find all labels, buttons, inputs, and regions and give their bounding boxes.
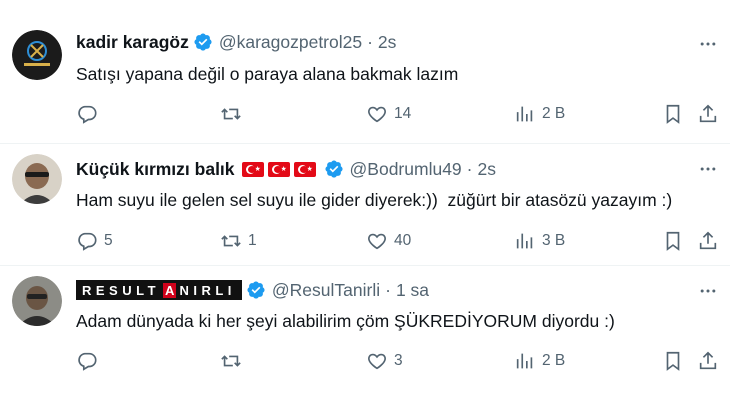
like-count: 3	[394, 352, 403, 369]
bookmark-icon	[666, 351, 680, 371]
tweet-header: RESULT A NIRLI @ResulTanirli · 1 sa	[76, 278, 429, 302]
tweet-text: Adam dünyada ki her şeyi alabilirim çöm …	[76, 311, 615, 331]
separator: ·	[385, 279, 391, 300]
turkish-flag-icon: ★	[241, 161, 264, 177]
verified-badge-icon[interactable]	[324, 159, 344, 179]
separator: ·	[466, 158, 473, 179]
reply-icon	[78, 105, 97, 124]
reply-count: 5	[104, 232, 113, 249]
tweet-actions: 14 2 B	[76, 102, 721, 126]
tweet-text: Ham suyu ile gelen sel suyu ile gider di…	[76, 190, 673, 210]
views-icon	[516, 233, 533, 249]
retweet-icon	[221, 235, 241, 247]
more-icon[interactable]	[696, 32, 720, 56]
share-button[interactable]	[697, 349, 719, 373]
avatar[interactable]	[12, 276, 62, 326]
view-count: 2 B	[542, 352, 566, 369]
view-count: 3 B	[542, 232, 566, 249]
reply-icon	[78, 352, 97, 371]
timestamp[interactable]: 2s	[378, 32, 396, 53]
like-icon	[368, 353, 386, 370]
reply-icon	[78, 232, 97, 251]
verified-badge-icon[interactable]	[193, 32, 213, 52]
handle[interactable]: @karagozpetrol25	[219, 32, 362, 53]
views-button[interactable]: 2 B	[514, 102, 565, 126]
share-icon	[699, 351, 717, 370]
timestamp[interactable]: 1 sa	[396, 280, 429, 301]
avatar[interactable]	[12, 154, 62, 204]
bookmark-icon	[666, 231, 680, 251]
retweet-icon	[221, 108, 241, 120]
display-name[interactable]: Küçük kırmızı balık	[76, 159, 235, 180]
name-part: RESULT	[82, 282, 161, 298]
turkish-flag-icon: ★	[293, 161, 316, 177]
like-icon	[368, 233, 386, 250]
tweet[interactable]: RESULT A NIRLI @ResulTanirli · 1 sa Adam…	[0, 265, 730, 420]
tweet[interactable]: kadir karagöz @karagozpetrol25 · 2s Satı…	[0, 0, 730, 143]
separator: ·	[367, 31, 373, 52]
handle[interactable]: @ResulTanirli	[272, 280, 380, 301]
share-icon	[699, 231, 717, 250]
retweet-icon	[221, 355, 241, 367]
name-part: NIRLI	[179, 282, 236, 298]
retweet-button[interactable]	[220, 349, 248, 373]
name-highlight: A	[163, 282, 177, 298]
like-button[interactable]: 14	[366, 102, 411, 126]
tweet[interactable]: Küçük kırmızı balık ★ ★ ★ @Bodrumlu49 · …	[0, 143, 730, 265]
verified-badge-icon[interactable]	[246, 280, 266, 300]
timestamp[interactable]: 2s	[478, 159, 496, 180]
views-button[interactable]: 3 B	[514, 229, 565, 253]
view-count: 2 B	[542, 105, 566, 122]
reply-button[interactable]: 5	[76, 229, 113, 253]
tweet-text: Satışı yapana değil o paraya alana bakma…	[76, 64, 459, 84]
bookmark-button[interactable]	[662, 102, 684, 126]
bookmark-button[interactable]	[662, 229, 684, 253]
bookmark-icon	[666, 104, 680, 124]
views-button[interactable]: 2 B	[514, 349, 565, 373]
turkish-flag-icon: ★	[267, 161, 290, 177]
retweet-button[interactable]: 1	[220, 229, 257, 253]
views-icon	[516, 353, 533, 369]
bookmark-button[interactable]	[662, 349, 684, 373]
share-icon	[699, 104, 717, 123]
more-icon[interactable]	[696, 157, 720, 181]
like-button[interactable]: 40	[366, 229, 411, 253]
handle[interactable]: @Bodrumlu49	[350, 159, 462, 180]
share-button[interactable]	[697, 229, 719, 253]
tweet-actions: 5 1 40 3 B	[76, 229, 721, 253]
share-button[interactable]	[697, 102, 719, 126]
retweet-button[interactable]	[220, 102, 248, 126]
like-icon	[368, 106, 386, 123]
display-name[interactable]: kadir karagöz	[76, 32, 189, 53]
like-count: 40	[394, 232, 412, 249]
like-button[interactable]: 3	[366, 349, 403, 373]
reply-button[interactable]	[76, 349, 104, 373]
reply-button[interactable]	[76, 102, 104, 126]
display-name[interactable]: RESULT A NIRLI	[76, 280, 242, 300]
retweet-count: 1	[248, 232, 257, 249]
flag-emojis: ★ ★ ★	[241, 161, 320, 177]
more-icon[interactable]	[696, 279, 720, 303]
like-count: 14	[394, 105, 412, 122]
tweet-actions: 3 2 B	[76, 349, 721, 373]
avatar[interactable]	[12, 30, 62, 80]
tweet-header: Küçük kırmızı balık ★ ★ ★ @Bodrumlu49 · …	[76, 157, 496, 181]
views-icon	[516, 106, 533, 122]
tweet-header: kadir karagöz @karagozpetrol25 · 2s	[76, 30, 396, 54]
